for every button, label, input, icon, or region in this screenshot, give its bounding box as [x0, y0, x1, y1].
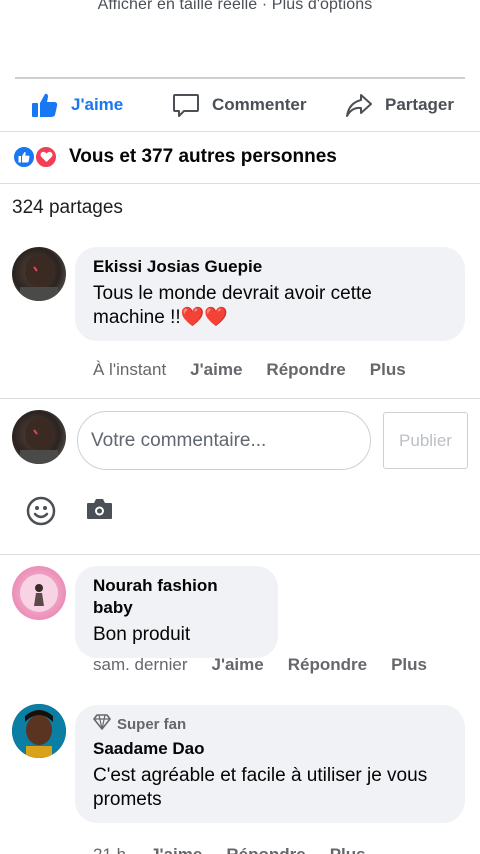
share-arrow-icon	[345, 91, 373, 119]
camera-icon[interactable]	[86, 497, 113, 526]
love-reaction-icon	[34, 145, 58, 169]
like-reaction-icon	[12, 145, 36, 169]
reactions-summary[interactable]: Vous et 377 autres personnes	[12, 143, 337, 171]
thumbs-up-icon	[31, 91, 59, 119]
comment-author[interactable]: Ekissi Josias Guepie	[93, 256, 447, 278]
comment-bubble: Nourah fashion baby Bon produit	[75, 566, 278, 658]
comment-button[interactable]: Commenter	[172, 86, 306, 124]
comment-text: Bon produit	[93, 624, 191, 645]
reaction-icons	[12, 143, 62, 171]
comment-bubble: Super fan Saadame Dao C'est agréable et …	[75, 705, 465, 823]
comment-more-link[interactable]: Plus	[370, 360, 406, 380]
share-button[interactable]: Partager	[345, 86, 454, 124]
super-fan-label: Super fan	[117, 715, 187, 733]
avatar[interactable]	[12, 566, 66, 620]
divider	[15, 77, 465, 79]
smiley-icon[interactable]	[26, 496, 56, 531]
share-label: Partager	[385, 95, 454, 114]
comment-bubble: Ekissi Josias Guepie Tous le monde devra…	[75, 247, 465, 341]
comment-author[interactable]: Saadame Dao	[93, 738, 447, 760]
comment-text: C'est agréable et facile à utiliser je v…	[93, 765, 428, 810]
shares-count[interactable]: 324 partages	[12, 197, 123, 219]
divider	[0, 131, 480, 132]
reactions-count-text: Vous et 377 autres personnes	[69, 146, 337, 167]
like-button[interactable]: J'aime	[31, 86, 123, 124]
divider	[0, 554, 480, 555]
super-fan-badge: Super fan	[93, 714, 447, 734]
comment-like-link[interactable]: J'aime	[211, 655, 263, 675]
comment-icon	[172, 91, 200, 119]
image-options-links[interactable]: Afficher en taille réelle · Plus d'optio…	[0, 0, 470, 14]
diamond-icon	[93, 714, 117, 734]
comment-text: Tous le monde devrait avoir cette machin…	[93, 283, 372, 328]
comment-more-link[interactable]: Plus	[391, 655, 427, 675]
comment-more-link[interactable]: Plus	[330, 845, 366, 854]
comment-meta: À l'instant J'aime Répondre Plus	[93, 360, 430, 380]
publish-button[interactable]: Publier	[383, 412, 468, 469]
like-label: J'aime	[71, 95, 124, 114]
comment-meta: 21 h J'aime Répondre Plus	[93, 845, 390, 854]
comment-like-link[interactable]: J'aime	[150, 845, 202, 854]
avatar	[12, 410, 66, 464]
comment-time: À l'instant	[93, 360, 167, 379]
comment-time: 21 h	[93, 845, 126, 854]
divider	[0, 183, 480, 184]
comment-reply-link[interactable]: Répondre	[226, 845, 305, 854]
comment-meta: sam. dernier J'aime Répondre Plus	[93, 655, 451, 675]
comment-reply-link[interactable]: Répondre	[266, 360, 345, 380]
comment-label: Commenter	[212, 95, 307, 114]
divider	[0, 398, 480, 399]
avatar[interactable]	[12, 704, 66, 758]
comment-reply-link[interactable]: Répondre	[288, 655, 367, 675]
comment-like-link[interactable]: J'aime	[190, 360, 242, 380]
comment-input[interactable]: Votre commentaire...	[77, 411, 371, 470]
avatar[interactable]	[12, 247, 66, 301]
post-actions-bar: J'aime Commenter Partager	[0, 86, 480, 124]
comment-author[interactable]: Nourah fashion baby	[93, 575, 260, 619]
comment-time: sam. dernier	[93, 655, 188, 674]
